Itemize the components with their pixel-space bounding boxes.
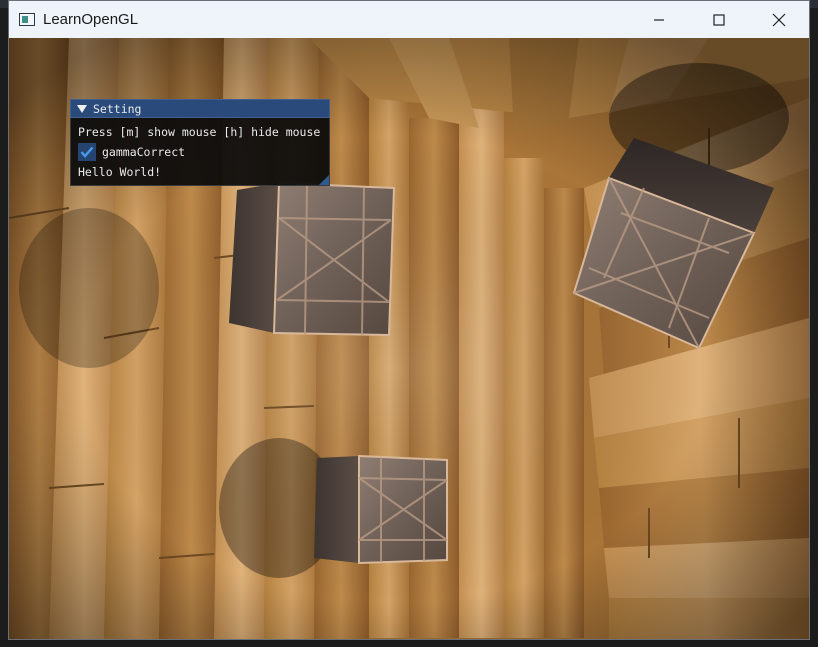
settings-panel-header[interactable]: Setting bbox=[70, 99, 330, 118]
window-title: LearnOpenGL bbox=[43, 11, 139, 28]
hello-message: Hello World! bbox=[78, 165, 162, 179]
resize-grip[interactable] bbox=[319, 175, 329, 185]
maximize-button[interactable] bbox=[689, 1, 749, 38]
crate-bottom bbox=[314, 454, 448, 565]
crate-upper-left bbox=[229, 181, 396, 337]
gamma-correct-label: gammaCorrect bbox=[102, 145, 186, 159]
collapse-triangle-icon[interactable] bbox=[77, 104, 87, 113]
checkmark-icon bbox=[80, 146, 94, 158]
gamma-correct-checkbox[interactable] bbox=[78, 143, 96, 161]
opengl-viewport[interactable]: Setting Press [m] show mouse [h] hide mo… bbox=[9, 38, 809, 639]
close-icon bbox=[772, 13, 786, 26]
window-controls bbox=[629, 1, 809, 38]
settings-panel[interactable]: Setting Press [m] show mouse [h] hide mo… bbox=[70, 99, 330, 186]
title-bar[interactable]: LearnOpenGL bbox=[9, 1, 809, 38]
settings-panel-title: Setting bbox=[93, 101, 142, 116]
window-app-icon bbox=[19, 12, 37, 28]
close-button[interactable] bbox=[749, 1, 809, 38]
minimize-button[interactable] bbox=[629, 1, 689, 38]
gamma-correct-row[interactable]: gammaCorrect bbox=[78, 142, 322, 162]
app-window: LearnOpenGL Setting Press [m] show mouse… bbox=[8, 0, 810, 640]
minimize-icon bbox=[654, 18, 664, 21]
help-text: Press [m] show mouse [h] hide mouse bbox=[78, 125, 321, 139]
maximize-icon bbox=[713, 13, 725, 26]
settings-panel-body: Press [m] show mouse [h] hide mouse gamm… bbox=[70, 118, 330, 186]
